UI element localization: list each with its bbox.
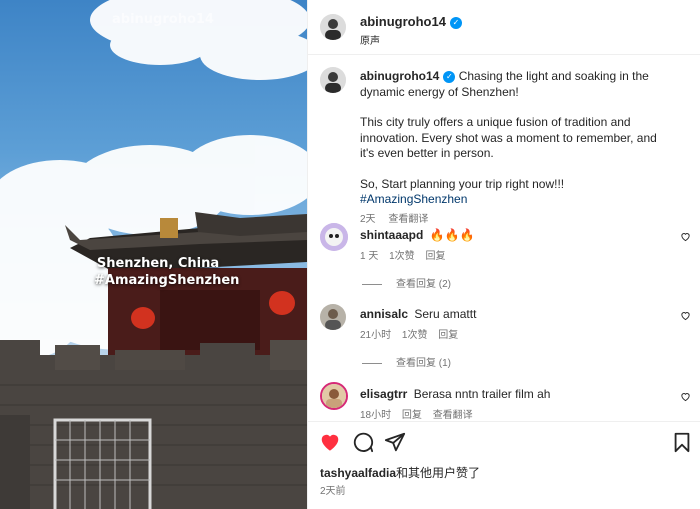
comment-3-time[interactable]: 18小时: [360, 410, 391, 421]
author-username[interactable]: abinugroho14: [360, 14, 446, 29]
photo-scene: [0, 0, 307, 509]
audio-label[interactable]: 原声: [360, 32, 380, 47]
comment-2-username[interactable]: annisalc: [360, 307, 408, 321]
caption-paragraph-2: This city truly offers a unique fusion o…: [360, 115, 657, 160]
comment-avatar-annisalc[interactable]: [320, 304, 346, 330]
comment-1-meta: 1 天 1次赞 回复: [360, 247, 453, 262]
comment-1-reply-button[interactable]: 回复: [425, 251, 445, 262]
author-username-row: abinugroho14 ✓: [360, 14, 462, 29]
comment-3-text: Berasa nntn trailer film ah: [413, 387, 551, 401]
comment-2-meta: 21小时 1次赞 回复: [360, 326, 466, 341]
caption-time[interactable]: 2天: [360, 214, 376, 225]
comment-2-view-replies-label: 查看回复 (1): [396, 358, 451, 369]
verified-badge-icon: ✓: [443, 71, 456, 83]
caption-translate-link[interactable]: 查看翻译: [388, 214, 428, 225]
comment-3-reply-button[interactable]: 回复: [402, 410, 422, 421]
comment-2-view-replies[interactable]: 查看回复 (1): [362, 354, 451, 369]
save-bookmark-icon[interactable]: [671, 431, 693, 453]
caption-hashtag-link[interactable]: #AmazingShenzhen: [360, 192, 467, 206]
like-heart-icon[interactable]: [319, 431, 341, 453]
comment-2-time[interactable]: 21小时: [360, 330, 391, 341]
post-photo[interactable]: abinugroho14 Shenzhen, China #AmazingShe…: [0, 0, 307, 509]
comment-1-likes[interactable]: 1次赞: [389, 251, 415, 262]
caption-author-avatar[interactable]: [320, 67, 346, 93]
comment-avatar-shintaaapd[interactable]: [320, 223, 348, 251]
caption-username[interactable]: abinugroho14: [360, 69, 439, 83]
liked-by-suffix: 和其他用户赞了: [396, 466, 481, 480]
comment-3: elisagtrr Berasa nntn trailer film ah: [360, 387, 550, 401]
comment-2-likes[interactable]: 1次赞: [402, 330, 428, 341]
share-paper-plane-icon[interactable]: [384, 431, 406, 453]
photo-overlay-location: Shenzhen, China: [96, 256, 220, 271]
comment-1-text: 🔥🔥🔥: [429, 228, 475, 242]
comment-1-like-heart-icon[interactable]: [680, 231, 691, 242]
comment-1-view-replies[interactable]: 查看回复 (2): [362, 275, 451, 290]
comment-2: annisalc Seru amattt: [360, 307, 476, 321]
comment-1: shintaaapd 🔥🔥🔥: [360, 228, 475, 242]
comment-2-like-heart-icon[interactable]: [680, 310, 691, 321]
replies-divider: [362, 362, 382, 364]
photo-watermark: abinugroho14: [112, 12, 214, 27]
verified-badge-icon: ✓: [449, 17, 462, 29]
photo-overlay-hashtag: #AmazingShenzhen: [94, 273, 240, 288]
comment-3-translate-link[interactable]: 查看翻译: [433, 410, 473, 421]
post-caption: abinugroho14 ✓ Chasing the light and soak…: [360, 69, 660, 227]
caption-paragraph-3: So, Start planning your trip right now!!…: [360, 176, 565, 191]
comment-avatar-elisagtrr[interactable]: [320, 382, 348, 410]
liked-by-summary[interactable]: tashyaalfadia和其他用户赞了: [320, 464, 480, 481]
post-action-bar: tashyaalfadia和其他用户赞了 2天前: [308, 421, 700, 509]
replies-divider: [362, 283, 382, 285]
comment-bubble-icon[interactable]: [352, 431, 374, 453]
post-header: abinugroho14 ✓ 原声: [308, 0, 700, 55]
post-timestamp[interactable]: 2天前: [320, 482, 346, 497]
comment-1-view-replies-label: 查看回复 (2): [396, 279, 451, 290]
liked-by-username[interactable]: tashyaalfadia: [320, 466, 396, 480]
comment-1-username[interactable]: shintaaapd: [360, 228, 423, 242]
comment-3-like-heart-icon[interactable]: [680, 391, 691, 402]
comment-2-reply-button[interactable]: 回复: [438, 330, 458, 341]
comment-3-meta: 18小时 回复 查看翻译: [360, 406, 481, 421]
author-avatar[interactable]: [320, 14, 346, 40]
comment-2-text: Seru amattt: [414, 307, 477, 321]
post-details-panel: abinugroho14 ✓ 原声 abinugroho14 ✓ Chasing t…: [307, 0, 700, 509]
comment-3-username[interactable]: elisagtrr: [360, 387, 407, 401]
comment-1-time[interactable]: 1 天: [360, 251, 378, 262]
